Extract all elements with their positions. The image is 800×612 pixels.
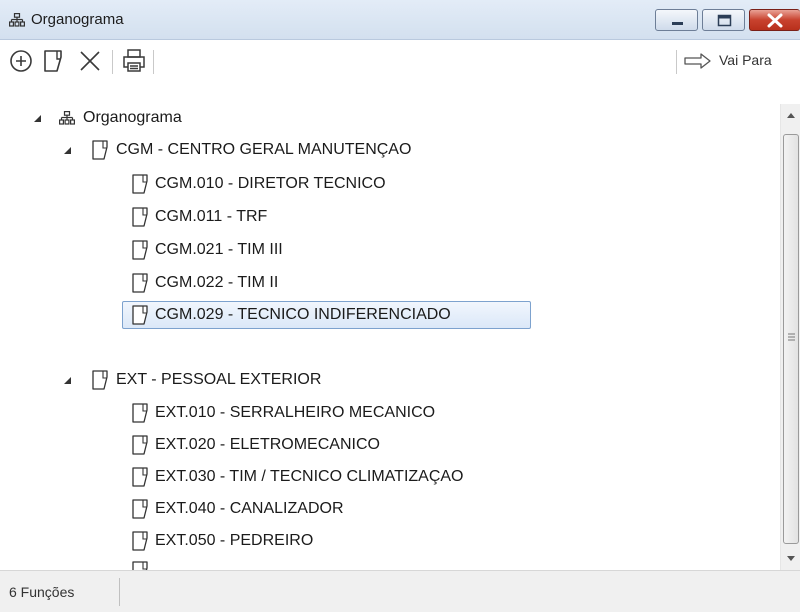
close-icon (767, 13, 783, 28)
vertical-scrollbar[interactable] (780, 104, 800, 570)
org-chart-icon (58, 108, 76, 128)
scroll-thumb[interactable] (783, 134, 799, 544)
tree-node-item-selected[interactable]: CGM.029 - TECNICO INDIFERENCIADO (0, 301, 600, 329)
close-button[interactable] (749, 9, 800, 31)
tree-node-label: CGM.022 - TIM II (155, 274, 279, 291)
toolbar-separator (112, 50, 113, 74)
maximize-icon (717, 14, 732, 27)
tree-node-label: EXT.050 - PEDREIRO (155, 532, 314, 549)
tree-node-item[interactable]: EXT.030 - TIM / TECNICO CLIMATIZAÇAO (0, 463, 600, 491)
tree-node-label: CGM.021 - TIM III (155, 241, 283, 258)
document-icon (131, 561, 149, 570)
delete-x-icon (80, 51, 100, 71)
org-chart-icon (9, 13, 26, 27)
document-icon (91, 140, 109, 160)
tree-node-label: Organograma (83, 109, 182, 126)
toolbar-separator (676, 50, 677, 74)
status-count: 6 Funções (9, 584, 75, 600)
window-title: Organograma (31, 11, 124, 28)
scroll-up-button[interactable] (781, 106, 800, 126)
tree-node-item[interactable]: EXT.020 - ELETROMECANICO (0, 431, 600, 459)
collapse-arrow-icon[interactable] (32, 104, 44, 132)
goto-button[interactable]: Vai Para (683, 49, 800, 73)
document-icon (91, 370, 109, 390)
document-icon (131, 240, 149, 260)
tree-node-item[interactable]: EXT.040 - CANALIZADOR (0, 495, 600, 523)
tree-node-item[interactable]: CGM.011 - TRF (0, 203, 600, 231)
document-icon (131, 499, 149, 519)
printer-icon (123, 49, 145, 72)
delete-button[interactable] (76, 47, 104, 75)
tree-node-item[interactable]: CGM.022 - TIM II (0, 269, 600, 297)
scroll-down-arrow-icon (787, 556, 795, 561)
tree-node-label: EXT.040 - CANALIZADOR (155, 500, 344, 517)
document-icon (131, 531, 149, 551)
maximize-button[interactable] (702, 9, 745, 31)
org-tree[interactable]: Organograma CGM - CENTRO GERAL MANUTENÇA… (0, 104, 780, 570)
document-icon (131, 273, 149, 293)
tree-node-label: EXT.030 - TIM / TECNICO CLIMATIZAÇAO (155, 468, 464, 485)
tree-node-label: CGM.010 - DIRETOR TECNICO (155, 175, 386, 192)
tree-node-group[interactable]: CGM - CENTRO GERAL MANUTENÇAO (0, 136, 600, 164)
tree-node-label: CGM - CENTRO GERAL MANUTENÇAO (116, 141, 412, 158)
tree-node-label: EXT.010 - SERRALHEIRO MECANICO (155, 404, 436, 421)
document-icon (131, 435, 149, 455)
tree-node-label: CGM.011 - TRF (155, 208, 268, 225)
toolbar: Vai Para (0, 41, 800, 81)
edit-document-icon (44, 50, 62, 72)
document-icon (131, 403, 149, 423)
tree-node-label: EXT - PESSOAL EXTERIOR (116, 371, 322, 388)
tree-node-item[interactable]: CGM.021 - TIM III (0, 236, 600, 264)
tree-node-item[interactable]: CGM.010 - DIRETOR TECNICO (0, 170, 600, 198)
document-icon (131, 305, 149, 325)
status-separator (119, 578, 120, 606)
grip-icon (788, 333, 795, 341)
document-icon (131, 207, 149, 227)
tree-node-item-partial[interactable] (0, 557, 600, 570)
add-circle-icon (10, 50, 32, 72)
tree-node-label: CGM.029 - TECNICO INDIFERENCIADO (155, 306, 451, 323)
tree-node-item[interactable]: EXT.050 - PEDREIRO (0, 527, 600, 555)
status-bar: 6 Funções (0, 570, 800, 612)
print-button[interactable] (120, 47, 148, 75)
document-icon (131, 467, 149, 487)
goto-label: Vai Para (719, 52, 772, 68)
minimize-icon (672, 22, 683, 25)
document-icon (131, 174, 149, 194)
organograma-window: Organograma Vai Para Organograma CGM - C… (0, 0, 800, 612)
edit-button[interactable] (40, 47, 68, 75)
add-button[interactable] (8, 47, 36, 75)
tree-node-item[interactable]: EXT.010 - SERRALHEIRO MECANICO (0, 399, 600, 427)
arrow-right-icon (684, 53, 711, 69)
scroll-up-arrow-icon (787, 113, 795, 118)
title-bar[interactable]: Organograma (0, 0, 800, 40)
minimize-button[interactable] (655, 9, 698, 31)
toolbar-separator (153, 50, 154, 74)
tree-node-group[interactable]: EXT - PESSOAL EXTERIOR (0, 366, 600, 394)
collapse-arrow-icon[interactable] (62, 136, 74, 164)
tree-node-root[interactable]: Organograma (0, 104, 400, 132)
collapse-arrow-icon[interactable] (62, 366, 74, 394)
tree-node-label: EXT.020 - ELETROMECANICO (155, 436, 380, 453)
scroll-down-button[interactable] (781, 548, 800, 568)
